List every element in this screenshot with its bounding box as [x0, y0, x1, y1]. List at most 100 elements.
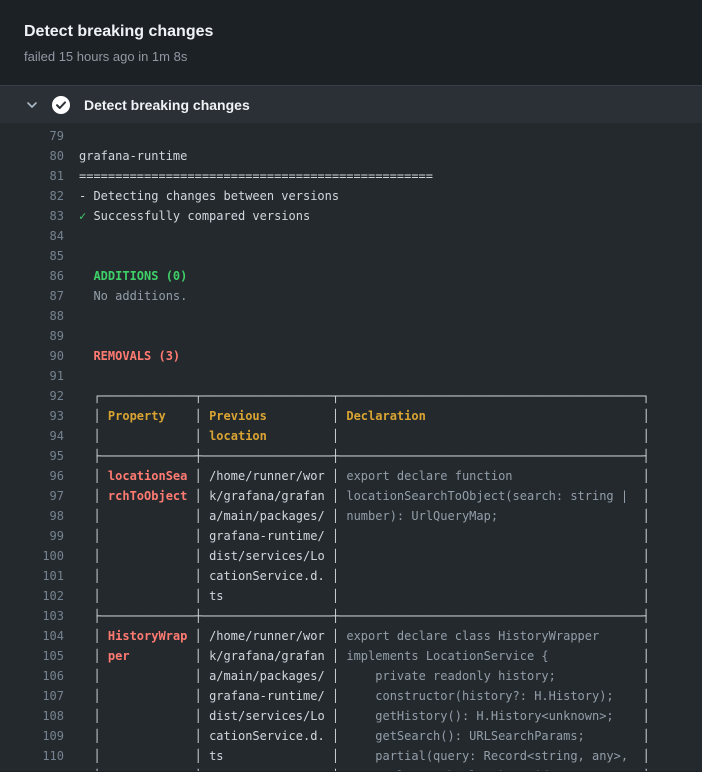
log-text-segment: private readonly history;	[339, 669, 642, 683]
log-text-segment: ts	[202, 589, 332, 603]
log-line-content	[64, 306, 79, 326]
log-line: 87 No additions.	[0, 286, 702, 306]
log-text-segment: ┌─────────────┬──────────────────┬──────…	[79, 389, 650, 403]
line-number[interactable]: 95	[0, 446, 64, 466]
line-number[interactable]: 80	[0, 146, 64, 166]
log-text-segment	[339, 529, 642, 543]
log-line: 98 │ │ a/main/packages/ │ number): UrlQu…	[0, 506, 702, 526]
log-text-segment	[79, 349, 93, 363]
log-line: 96 │ locationSea │ /home/runner/wor │ ex…	[0, 466, 702, 486]
log-line: 92 ┌─────────────┬──────────────────┬───…	[0, 386, 702, 406]
log-text-segment	[339, 429, 642, 443]
line-number[interactable]: 79	[0, 126, 64, 146]
line-number[interactable]: 90	[0, 346, 64, 366]
log-text-segment: │	[643, 709, 650, 723]
line-number[interactable]: 110	[0, 746, 64, 766]
log-text-segment	[101, 709, 195, 723]
line-number[interactable]: 108	[0, 706, 64, 726]
log-text-segment	[101, 529, 195, 543]
log-text-segment: │	[643, 429, 650, 443]
line-number[interactable]: 100	[0, 546, 64, 566]
log-text-segment: │	[79, 549, 101, 563]
log-line-content: ✓ Successfully compared versions	[64, 206, 310, 226]
log-line: 93 │ Property │ Previous │ Declaration │	[0, 406, 702, 426]
log-text-segment: │	[79, 409, 101, 423]
line-number[interactable]: 97	[0, 486, 64, 506]
log-text-segment: │	[195, 689, 202, 703]
log-text-segment	[79, 269, 93, 283]
log-line: 107 │ │ grafana-runtime/ │ constructor(h…	[0, 686, 702, 706]
log-text-segment: │	[195, 429, 202, 443]
line-number[interactable]: 94	[0, 426, 64, 446]
line-number[interactable]: 102	[0, 586, 64, 606]
log-text-segment: cationService.d.	[202, 569, 332, 583]
log-text-segment: │	[79, 589, 101, 603]
step-header[interactable]: Detect breaking changes	[0, 86, 702, 123]
log-line-content: ┌─────────────┬──────────────────┬──────…	[64, 386, 650, 406]
line-number[interactable]: 99	[0, 526, 64, 546]
line-number[interactable]: 82	[0, 186, 64, 206]
line-number[interactable]: 87	[0, 286, 64, 306]
log-text-segment: │	[643, 589, 650, 603]
log-text-segment: │	[643, 409, 650, 423]
line-number[interactable]: 85	[0, 246, 64, 266]
log-text-segment: │	[643, 769, 650, 771]
log-text-segment: │	[195, 549, 202, 563]
log-text-segment: │	[643, 649, 650, 663]
line-number[interactable]: 81	[0, 166, 64, 186]
log-line-content	[64, 246, 79, 266]
log-line: 81======================================…	[0, 166, 702, 186]
line-number[interactable]: 101	[0, 566, 64, 586]
log-text-segment	[101, 689, 195, 703]
log-text-segment	[339, 549, 642, 563]
log-text-segment: locationSea	[101, 469, 195, 483]
line-number[interactable]: 105	[0, 646, 64, 666]
log-line-content: │ per │ k/grafana/grafan │ implements Lo…	[64, 646, 650, 666]
log-lines: 7980grafana-runtime81===================…	[0, 126, 702, 771]
log-line-content: │ │ dist/services/Lo │ getHistory(): H.H…	[64, 706, 650, 726]
log-text-segment: │	[195, 769, 202, 771]
line-number[interactable]: 84	[0, 226, 64, 246]
log-text-segment: getSearch(): URLSearchParams;	[339, 729, 642, 743]
log-text-segment: │	[79, 769, 101, 771]
log-text-segment: REMOVALS (3)	[93, 349, 180, 363]
line-number[interactable]: 96	[0, 466, 64, 486]
log-text-segment: cationService.d.	[202, 729, 332, 743]
log-text-segment: │	[195, 589, 202, 603]
line-number[interactable]: 109	[0, 726, 64, 746]
line-number[interactable]: 107	[0, 686, 64, 706]
chevron-down-icon[interactable]	[26, 99, 38, 111]
log-line: 103 ├─────────────┼──────────────────┼──…	[0, 606, 702, 626]
log-text-segment: location	[202, 429, 332, 443]
line-number[interactable]: 111	[0, 766, 64, 771]
log-text-segment: dist/services/Lo	[202, 549, 332, 563]
line-number[interactable]: 89	[0, 326, 64, 346]
log-text-segment: Successfully compared versions	[86, 209, 310, 223]
log-text-segment: │	[195, 749, 202, 763]
log-line: 104 │ HistoryWrap │ /home/runner/wor │ e…	[0, 626, 702, 646]
line-number[interactable]: 103	[0, 606, 64, 626]
log-text-segment	[339, 589, 642, 603]
log-text-segment: grafana-runtime/	[202, 689, 332, 703]
log-text-segment: per	[101, 649, 195, 663]
log-text-segment: rchToObject	[101, 489, 195, 503]
line-number[interactable]: 106	[0, 666, 64, 686]
log-line: 97 │ rchToObject │ k/grafana/grafan │ lo…	[0, 486, 702, 506]
line-number[interactable]: 98	[0, 506, 64, 526]
log-text-segment: export declare class HistoryWrapper	[339, 629, 642, 643]
line-number[interactable]: 86	[0, 266, 64, 286]
log-line: 95 ├─────────────┼──────────────────┼───…	[0, 446, 702, 466]
log-text-segment: │	[643, 549, 650, 563]
line-number[interactable]: 104	[0, 626, 64, 646]
log-text-segment: │	[195, 669, 202, 683]
line-number[interactable]: 92	[0, 386, 64, 406]
line-number[interactable]: 83	[0, 206, 64, 226]
line-number[interactable]: 88	[0, 306, 64, 326]
line-number[interactable]: 91	[0, 366, 64, 386]
log-text-segment: locationSearchToObject(search: string |	[339, 489, 642, 503]
log-text-segment: HistoryWrap	[101, 629, 195, 643]
log-text-segment: ├─────────────┼──────────────────┼──────…	[79, 449, 650, 463]
line-number[interactable]: 93	[0, 406, 64, 426]
log-line-content: - Detecting changes between versions	[64, 186, 339, 206]
log-line: 106 │ │ a/main/packages/ │ private reado…	[0, 666, 702, 686]
